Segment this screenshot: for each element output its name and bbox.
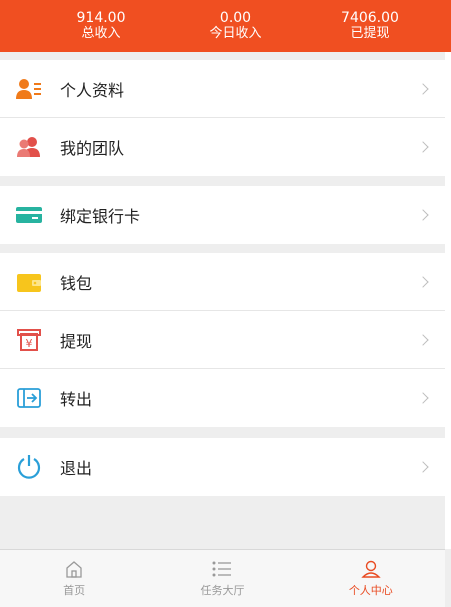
menu-label: 钱包 xyxy=(60,273,93,293)
bottom-tab-bar: 首页 任务大厅 个人中心 xyxy=(0,549,445,607)
menu-item-profile[interactable]: 个人资料 xyxy=(0,60,445,118)
menu-label: 我的团队 xyxy=(60,139,125,158)
stat-total-income: 914.00 总收入 xyxy=(56,0,146,52)
menu-item-team[interactable]: 我的团队 xyxy=(0,118,445,176)
chevron-right-icon xyxy=(417,209,429,221)
team-icon xyxy=(16,134,42,160)
stat-label: 总收入 xyxy=(81,26,121,41)
stat-label: 今日收入 xyxy=(209,26,262,41)
bank-card-icon xyxy=(16,202,42,228)
tab-label: 任务大厅 xyxy=(200,584,245,597)
tab-label: 首页 xyxy=(63,584,86,597)
svg-text:¥: ¥ xyxy=(26,337,33,350)
chevron-right-icon xyxy=(417,275,429,288)
menu-item-withdraw[interactable]: ¥ 提现 xyxy=(0,311,445,369)
list-icon xyxy=(212,561,232,577)
stat-value: 914.00 xyxy=(76,10,126,26)
menu-group-funds: 钱包 ¥ 提现 转出 xyxy=(0,253,445,427)
chevron-right-icon xyxy=(417,333,429,346)
home-icon xyxy=(66,561,82,578)
power-icon xyxy=(16,454,42,480)
stat-value: 7406.00 xyxy=(341,10,399,26)
stat-value: 0.00 xyxy=(219,10,252,26)
stat-withdrawn: 7406.00 已提现 xyxy=(325,0,415,52)
stat-label: 已提现 xyxy=(350,26,390,41)
chevron-right-icon xyxy=(417,82,429,95)
profile-icon xyxy=(16,76,42,102)
menu-label: 转出 xyxy=(60,390,93,409)
chevron-right-icon xyxy=(417,141,429,153)
earnings-summary-bar: 914.00 总收入 0.00 今日收入 7406.00 已提现 xyxy=(0,0,451,52)
menu-label: 绑定银行卡 xyxy=(60,207,141,226)
tab-label: 个人中心 xyxy=(348,584,393,597)
menu-item-wallet[interactable]: 钱包 xyxy=(0,253,445,311)
menu-label: 退出 xyxy=(60,459,93,478)
withdraw-icon: ¥ xyxy=(16,327,42,353)
menu-label: 个人资料 xyxy=(60,80,125,100)
chevron-right-icon xyxy=(417,461,429,473)
menu-label: 提现 xyxy=(60,331,93,351)
menu-group-logout: 退出 xyxy=(0,438,445,496)
menu-group-bank: 绑定银行卡 xyxy=(0,186,445,244)
tab-home[interactable]: 首页 xyxy=(0,550,148,607)
transfer-out-icon xyxy=(16,385,42,411)
wallet-icon xyxy=(16,269,42,295)
stat-today-income: 0.00 今日收入 xyxy=(191,0,281,52)
menu-item-logout[interactable]: 退出 xyxy=(0,438,445,496)
edge-strip xyxy=(445,52,451,549)
chevron-right-icon xyxy=(417,392,429,404)
menu-item-bind-bank-card[interactable]: 绑定银行卡 xyxy=(0,186,445,244)
menu-item-transfer-out[interactable]: 转出 xyxy=(0,369,445,427)
tab-personal-center[interactable]: 个人中心 xyxy=(297,550,445,607)
tab-task-hall[interactable]: 任务大厅 xyxy=(148,550,296,607)
menu-group-account: 个人资料 我的团队 xyxy=(0,60,445,176)
user-icon xyxy=(361,560,381,578)
